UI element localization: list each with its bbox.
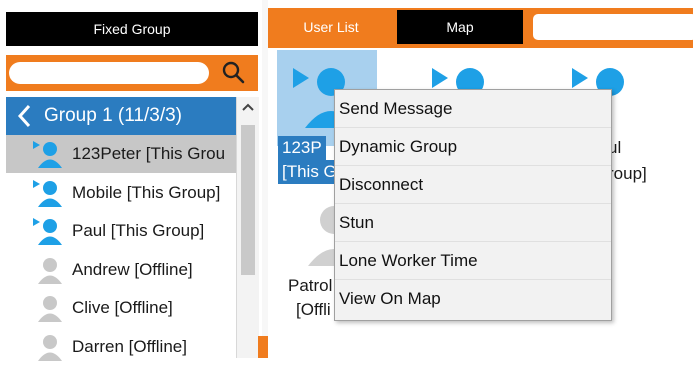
menu-item-send-message[interactable]: Send Message bbox=[335, 90, 611, 128]
user-offline-icon bbox=[38, 257, 62, 284]
chevron-left-icon[interactable] bbox=[6, 104, 44, 128]
member-row[interactable]: Paul [This Group] bbox=[6, 212, 236, 250]
menu-item-disconnect[interactable]: Disconnect bbox=[335, 166, 611, 204]
tab-map[interactable]: Map bbox=[397, 10, 523, 44]
chevron-up-icon[interactable] bbox=[237, 97, 259, 117]
user-offline-icon bbox=[38, 296, 62, 322]
group-search-input[interactable] bbox=[9, 62, 209, 84]
user-card-label-line2: roup] bbox=[608, 164, 647, 183]
user-online-icon bbox=[33, 141, 62, 168]
tab-fixed-group[interactable]: Fixed Group bbox=[6, 12, 258, 46]
user-card-label-line1: Patrol bbox=[288, 276, 333, 295]
panel-edge-marker bbox=[258, 336, 268, 358]
member-row[interactable]: 123Peter [This Grou bbox=[6, 135, 236, 173]
member-label: Andrew [Offline] bbox=[72, 259, 193, 279]
user-online-icon bbox=[33, 218, 62, 245]
member-row[interactable]: Andrew [Offline] bbox=[6, 251, 236, 289]
user-online-icon bbox=[33, 179, 62, 207]
member-list-scrollbar[interactable] bbox=[236, 97, 259, 358]
member-label: Mobile [This Group] bbox=[72, 182, 221, 202]
user-card-label-line2: [Offli bbox=[296, 300, 331, 319]
group-title: Group 1 (11/3/3) bbox=[44, 105, 183, 126]
context-menu: Send Message Dynamic Group Disconnect St… bbox=[334, 89, 612, 321]
member-label: Paul [This Group] bbox=[72, 221, 205, 240]
menu-item-dynamic-group[interactable]: Dynamic Group bbox=[335, 128, 611, 166]
top-search-field[interactable] bbox=[530, 11, 693, 43]
member-label: 123Peter [This Grou bbox=[72, 144, 226, 163]
member-row[interactable]: Clive [Offline] bbox=[6, 289, 236, 327]
tab-user-list[interactable]: User List bbox=[268, 10, 394, 44]
user-offline-icon bbox=[38, 334, 62, 361]
group-header[interactable]: Group 1 (11/3/3) bbox=[6, 97, 236, 135]
scrollbar-thumb[interactable] bbox=[241, 125, 255, 275]
menu-item-lone-worker-time[interactable]: Lone Worker Time bbox=[335, 242, 611, 280]
magnifier-icon[interactable] bbox=[220, 59, 246, 85]
member-label: Darren [Offline] bbox=[72, 336, 187, 356]
user-card-label-line1: 123P bbox=[278, 136, 326, 160]
member-row[interactable]: Darren [Offline] bbox=[6, 328, 236, 366]
menu-item-view-on-map[interactable]: View On Map bbox=[335, 280, 611, 318]
menu-item-stun[interactable]: Stun bbox=[335, 204, 611, 242]
member-label: Clive [Offline] bbox=[72, 298, 173, 317]
group-panel: Fixed Group Group 1 (11/3/3) 123Peter [T… bbox=[0, 0, 262, 361]
user-card-label-line2: [This G bbox=[278, 160, 341, 184]
member-row[interactable]: Mobile [This Group] bbox=[6, 174, 236, 212]
